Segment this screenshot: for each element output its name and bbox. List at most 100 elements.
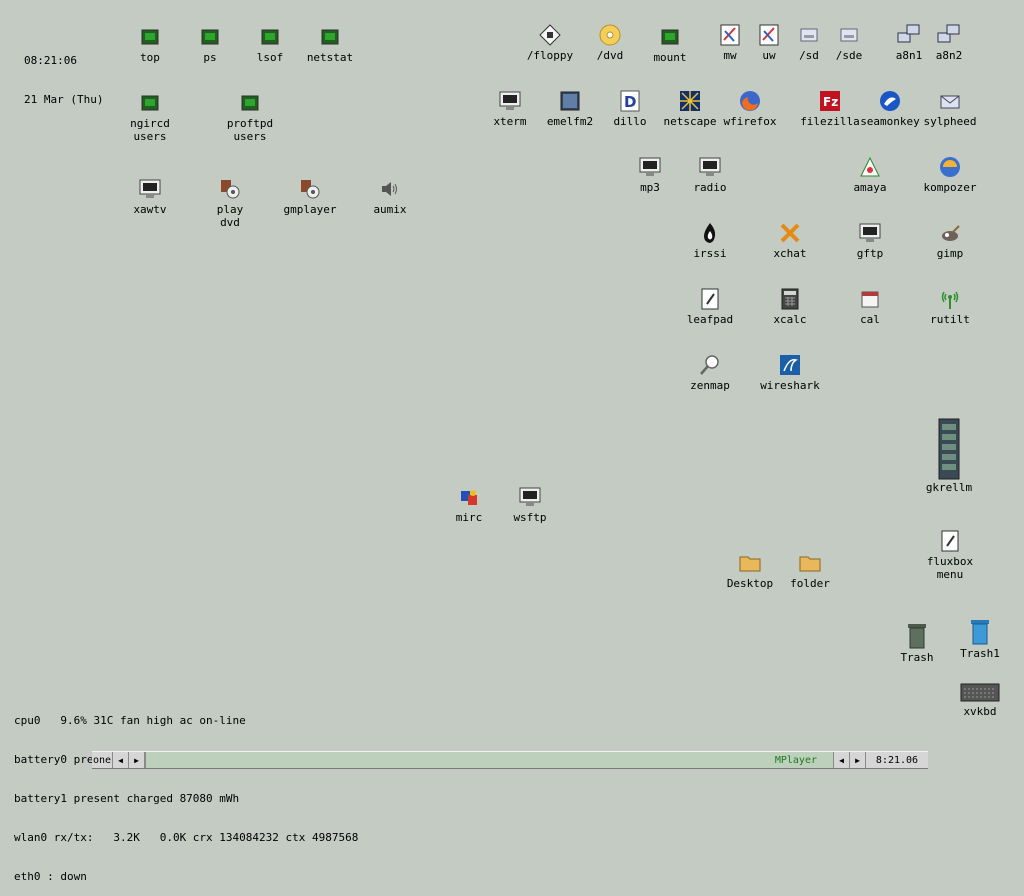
rutilt-launcher[interactable]: rutilt: [905, 286, 995, 326]
a8n2-label: a8n2: [935, 49, 963, 62]
gimp-launcher[interactable]: gimp: [905, 220, 995, 260]
system-monitor-icon: [938, 418, 960, 480]
radio-launcher[interactable]: radio: [665, 154, 755, 194]
desktop-clock: 08:21:06 21 Mar (Thu): [24, 28, 103, 119]
mail-icon: [937, 88, 963, 114]
proftpd-launcher[interactable]: proftpd users: [205, 90, 295, 143]
notepad-icon: [697, 286, 723, 312]
netscape-icon: [677, 88, 703, 114]
irssi-label: irssi: [693, 247, 727, 260]
mirc-icon: [456, 484, 482, 510]
gimp-label: gimp: [936, 247, 964, 260]
monitor-icon: [857, 220, 883, 246]
monitor-icon: [637, 154, 663, 180]
workspace-prev-button[interactable]: ◀: [113, 752, 129, 768]
notepad-icon: [937, 528, 963, 554]
task-prev-button[interactable]: ◀: [834, 752, 850, 768]
amaya-launcher[interactable]: amaya: [825, 154, 915, 194]
netstat-launcher[interactable]: netstat: [285, 24, 375, 64]
xcalc-label: xcalc: [773, 313, 807, 326]
xchat-icon: [777, 220, 803, 246]
battery1-status: battery1 present charged 87080 mWh: [14, 792, 240, 805]
xvkbd-label: xvkbd: [963, 705, 997, 718]
calendar-icon: [857, 286, 883, 312]
filezilla-icon: Fz: [817, 88, 843, 114]
terminal-icon: [657, 24, 683, 50]
leafpad-label: leafpad: [686, 313, 734, 326]
ngircd-label: ngircd users: [130, 117, 170, 143]
magnifier-icon: [697, 352, 723, 378]
gftp-label: gftp: [856, 247, 884, 260]
wlan0-status: wlan0 rx/tx: 3.2K 0.0K crx 134084232 ctx…: [14, 831, 359, 844]
folder-label: folder: [790, 577, 830, 590]
aumix-label: aumix: [373, 203, 407, 216]
irssi-launcher[interactable]: irssi: [665, 220, 755, 260]
task-mplayer[interactable]: MPlayer: [145, 752, 834, 768]
fluxbox-menu-launcher[interactable]: fluxbox menu: [905, 528, 995, 581]
zenmap-label: zenmap: [690, 379, 730, 392]
xvkbd-launcher[interactable]: xvkbd: [935, 680, 1024, 718]
drive-icon: [836, 22, 862, 48]
clock-date: 21 Mar (Thu): [24, 93, 104, 106]
play-dvd-label: play dvd: [216, 203, 244, 229]
monitor-icon: [517, 484, 543, 510]
xchat-launcher[interactable]: xchat: [745, 220, 835, 260]
fluxbox-menu-label: fluxbox menu: [926, 555, 974, 581]
cal-launcher[interactable]: cal: [825, 286, 915, 326]
seamonkey-icon: [877, 88, 903, 114]
monitor-icon: [697, 154, 723, 180]
folder[interactable]: folder: [765, 550, 855, 590]
firefox-icon: [737, 88, 763, 114]
wireless-antenna-icon: [937, 286, 963, 312]
xawtv-label: xawtv: [133, 203, 167, 216]
zenmap-launcher[interactable]: zenmap: [665, 352, 755, 392]
aumix-launcher[interactable]: aumix: [345, 176, 435, 216]
floppy-icon: [537, 22, 563, 48]
amaya-icon: [857, 154, 883, 180]
film-reel-icon: [217, 176, 243, 202]
gftp-launcher[interactable]: gftp: [825, 220, 915, 260]
eth0-status: eth0 : down: [14, 870, 87, 883]
trash1[interactable]: Trash1: [935, 616, 1024, 660]
sylpheed-label: sylpheed: [923, 115, 977, 128]
flame-icon: [697, 220, 723, 246]
taskbar-clock: 8:21.06: [875, 754, 919, 766]
a8n2-launcher[interactable]: a8n2: [904, 22, 994, 62]
proftpd-label: proftpd users: [226, 117, 274, 143]
sylpheed-launcher[interactable]: sylpheed: [905, 88, 995, 128]
folder-icon: [797, 550, 823, 576]
wsftp-launcher[interactable]: wsftp: [485, 484, 575, 524]
ngircd-launcher[interactable]: ngircd users: [105, 90, 195, 143]
terminal-icon: [317, 24, 343, 50]
terminal-icon: [237, 90, 263, 116]
amaya-label: amaya: [853, 181, 887, 194]
play-dvd-launcher[interactable]: play dvd: [185, 176, 275, 229]
speaker-icon: [377, 176, 403, 202]
kompozer-icon: [937, 154, 963, 180]
task-next-button[interactable]: ▶: [850, 752, 866, 768]
workspace-next-button[interactable]: ▶: [129, 752, 145, 768]
radio-label: radio: [693, 181, 727, 194]
trash-can-icon: [967, 616, 993, 646]
xcalc-launcher[interactable]: xcalc: [745, 286, 835, 326]
xchat-label: xchat: [773, 247, 807, 260]
workspace-name[interactable]: one: [92, 752, 113, 768]
network-computers-icon: [936, 22, 962, 48]
wfirefox-launcher[interactable]: wfirefox: [705, 88, 795, 128]
gmplayer-launcher[interactable]: gmplayer: [265, 176, 355, 216]
terminal-icon: [197, 24, 223, 50]
cpu-status: cpu0 9.6% 31C fan high ac on-line: [14, 714, 246, 727]
gkrellm-label: gkrellm: [925, 481, 973, 494]
gkrellm-launcher[interactable]: gkrellm: [904, 418, 994, 494]
wireshark-launcher[interactable]: wireshark: [745, 352, 835, 392]
kompozer-launcher[interactable]: kompozer: [905, 154, 995, 194]
wireshark-label: wireshark: [760, 379, 820, 392]
dillo-icon: D: [617, 88, 643, 114]
calculator-icon: [777, 286, 803, 312]
xawtv-launcher[interactable]: xawtv: [105, 176, 195, 216]
trash-can-icon: [904, 620, 930, 650]
leafpad-launcher[interactable]: leafpad: [665, 286, 755, 326]
taskbar: one ◀ ▶ MPlayer ◀ ▶ 8:21.06: [92, 751, 928, 769]
trash1-label: Trash1: [960, 647, 1000, 660]
film-reel-icon: [297, 176, 323, 202]
